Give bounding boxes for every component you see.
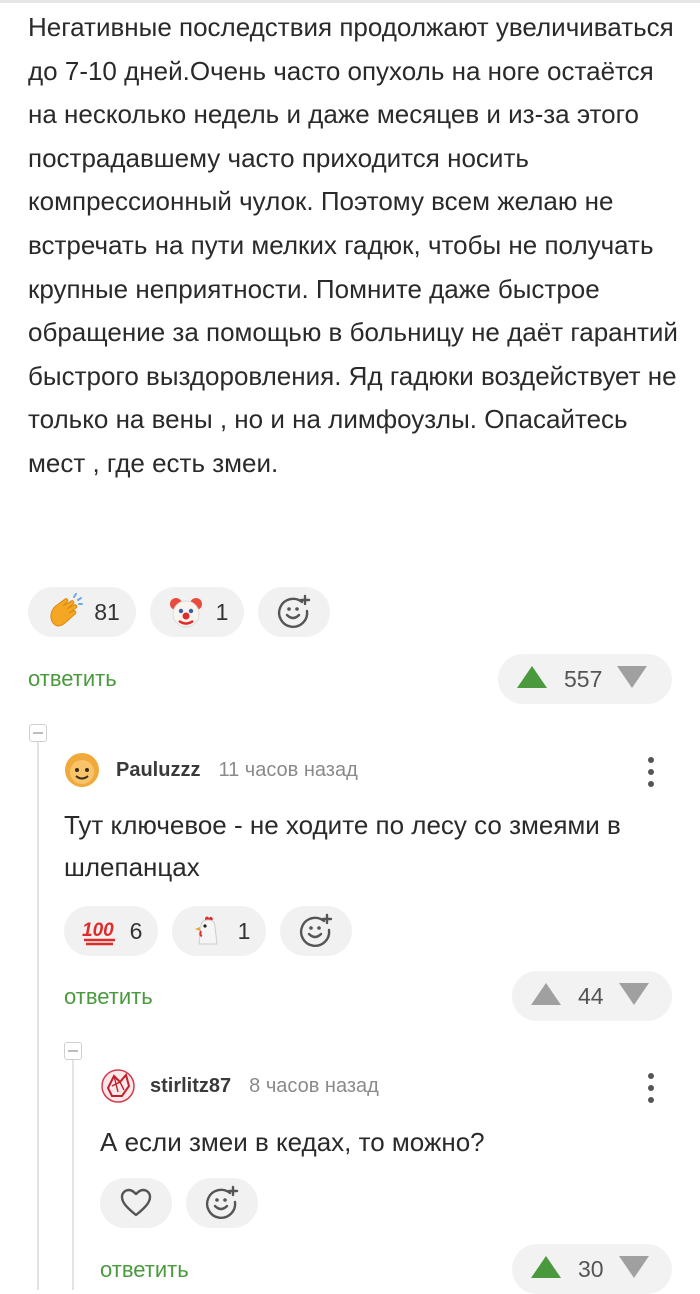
- downvote-arrow-icon[interactable]: [616, 665, 648, 694]
- more-options-icon[interactable]: [648, 757, 654, 787]
- clown-face-emoji-icon: [166, 592, 206, 632]
- comment-votes: 30: [512, 1244, 672, 1294]
- comment-reactions: [100, 1178, 258, 1228]
- comment-author[interactable]: stirlitz87: [150, 1075, 231, 1098]
- reply-link[interactable]: ответить: [100, 1257, 189, 1283]
- rating-count: 44: [578, 982, 604, 1009]
- post-text: Негативные последствия продолжают увелич…: [28, 12, 678, 478]
- rating-count: 557: [564, 665, 603, 692]
- comment-reactions: 100 6 1: [64, 906, 352, 956]
- add-reaction-button[interactable]: [280, 906, 352, 956]
- comment-text: Тут ключевое - не ходите по лесу со змея…: [64, 810, 621, 882]
- svg-text:100: 100: [82, 920, 114, 941]
- like-button[interactable]: [100, 1178, 172, 1228]
- avatar[interactable]: [64, 752, 100, 788]
- comment-header: stirlitz87 8 часов назад: [100, 1068, 379, 1104]
- collapse-thread-button[interactable]: [29, 724, 47, 742]
- hundred-points-emoji-icon: 100: [80, 911, 120, 951]
- reaction-clap[interactable]: 81: [28, 587, 136, 637]
- reaction-clown[interactable]: 1: [150, 587, 244, 637]
- upvote-arrow-icon[interactable]: [530, 982, 562, 1011]
- comment-time: 8 часов назад: [249, 1074, 379, 1097]
- chicken-emoji-icon: [188, 911, 228, 951]
- comment-author[interactable]: Pauluzzz: [116, 759, 200, 782]
- upvote-arrow-icon[interactable]: [530, 1255, 562, 1284]
- comment-header: Pauluzzz 11 часов назад: [64, 752, 358, 788]
- top-divider: [0, 0, 700, 3]
- add-emoji-icon: [296, 911, 336, 951]
- clapping-hands-emoji-icon: [44, 592, 84, 632]
- rating-count: 30: [578, 1255, 604, 1282]
- downvote-arrow-icon[interactable]: [618, 982, 650, 1011]
- more-options-icon[interactable]: [648, 1073, 654, 1103]
- heart-icon: [116, 1183, 156, 1223]
- avatar[interactable]: [100, 1068, 136, 1104]
- add-reaction-button[interactable]: [258, 587, 330, 637]
- thread-line: [37, 738, 39, 1290]
- add-reaction-button[interactable]: [186, 1178, 258, 1228]
- reaction-hundred[interactable]: 100 6: [64, 906, 158, 956]
- reaction-chicken[interactable]: 1: [172, 906, 266, 956]
- upvote-arrow-icon[interactable]: [516, 665, 548, 694]
- comment-votes: 44: [512, 971, 672, 1021]
- add-emoji-icon: [202, 1183, 242, 1223]
- reaction-count: 1: [237, 917, 251, 944]
- comment-text: А если змеи в кедах, то можно?: [100, 1127, 485, 1157]
- post-reactions: 81 1: [28, 587, 330, 637]
- reaction-count: 1: [215, 598, 229, 625]
- reaction-count: 6: [129, 917, 143, 944]
- reply-link[interactable]: ответить: [64, 984, 153, 1010]
- downvote-arrow-icon[interactable]: [618, 1255, 650, 1284]
- thread-line: [72, 1056, 74, 1290]
- reply-link[interactable]: ответить: [28, 666, 117, 692]
- add-emoji-icon: [274, 592, 314, 632]
- reaction-count: 81: [94, 598, 120, 625]
- post-votes: 557: [498, 654, 672, 704]
- comment-time: 11 часов назад: [218, 758, 358, 781]
- collapse-thread-button[interactable]: [64, 1042, 82, 1060]
